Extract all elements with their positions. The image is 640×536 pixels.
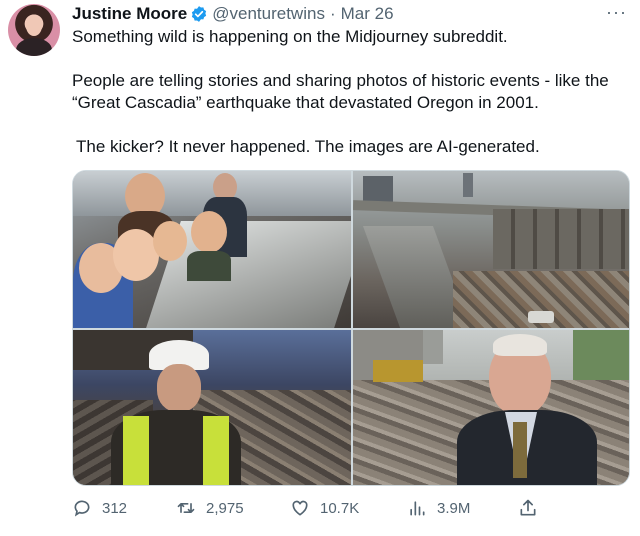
- avatar-face: [26, 16, 42, 36]
- views-count: 3.9M: [437, 499, 471, 517]
- views-button[interactable]: 3.9M: [407, 498, 470, 518]
- tweet-actions: 312 2,975 10.7K 3.9M: [72, 498, 632, 522]
- like-button[interactable]: 10.7K: [290, 498, 359, 518]
- verified-icon: [192, 6, 207, 22]
- tweet-line-1: Something wild is happening on the Midjo…: [72, 27, 508, 46]
- media-grid: [72, 170, 630, 486]
- more-icon[interactable]: ···: [606, 2, 627, 23]
- views-icon: [410, 501, 425, 516]
- photo-rescue-worker[interactable]: [73, 330, 351, 485]
- author-name[interactable]: Justine Moore: [72, 4, 187, 24]
- tweet-line-2: People are telling stories and sharing p…: [72, 71, 609, 112]
- like-icon: [292, 500, 308, 516]
- avatar[interactable]: [8, 4, 60, 56]
- photo-news-reporter[interactable]: [353, 330, 629, 485]
- like-count: 10.7K: [320, 499, 360, 517]
- retweet-icon: [177, 503, 195, 513]
- reply-icon: [74, 500, 90, 517]
- tweet-date[interactable]: Mar 26: [341, 4, 394, 24]
- author-handle[interactable]: @venturetwins: [212, 4, 325, 24]
- tweet-line-3: The kicker? It never happened. The image…: [76, 137, 540, 156]
- share-button[interactable]: [518, 498, 548, 518]
- retweet-count: 2,975: [206, 499, 244, 517]
- reply-button[interactable]: 312: [72, 498, 127, 518]
- separator-dot: ·: [329, 4, 336, 23]
- share-icon: [520, 499, 536, 516]
- reply-count: 312: [102, 499, 128, 517]
- photo-children-watching[interactable]: [73, 171, 351, 328]
- retweet-button[interactable]: 2,975: [176, 498, 244, 518]
- avatar-body: [16, 38, 52, 56]
- tweet-header: Justine Moore @venturetwins · Mar 26: [72, 4, 394, 24]
- photo-collapsed-highway[interactable]: [353, 171, 629, 328]
- tweet-text: Something wild is happening on the Midjo…: [72, 26, 632, 158]
